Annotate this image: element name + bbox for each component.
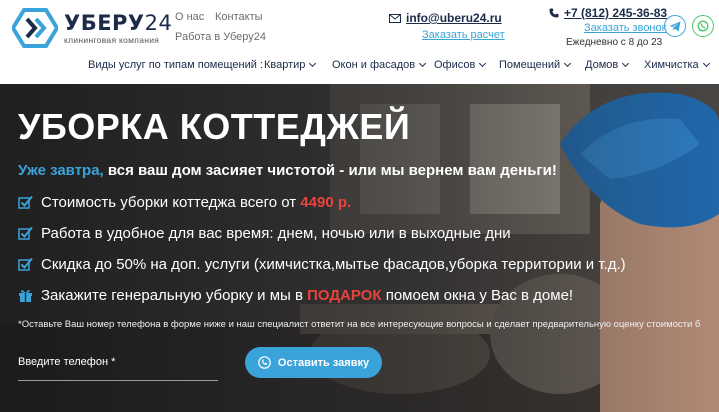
hero-section: УБОРКА КОТТЕДЖЕЙ Уже завтра, вся ваш дом… bbox=[0, 84, 719, 412]
telegram-icon bbox=[669, 21, 681, 31]
feature-discount: Скидка до 50% на доп. услуги (химчистка,… bbox=[18, 256, 626, 273]
logo-tagline: клининговая компания bbox=[64, 34, 160, 45]
link-contacts[interactable]: Контакты bbox=[215, 11, 263, 23]
chevron-down-icon bbox=[419, 59, 427, 68]
whatsapp-icon bbox=[697, 20, 709, 32]
envelope-icon bbox=[389, 13, 401, 23]
nav-item-apartments[interactable]: Квартир bbox=[264, 59, 317, 71]
callback-link[interactable]: Заказать звонок bbox=[584, 22, 666, 34]
gift-icon bbox=[19, 290, 32, 302]
logo[interactable]: УБЕРУ24 клининговая компания bbox=[12, 8, 172, 48]
hero-subtitle: Уже завтра, вся ваш дом засияет чистотой… bbox=[18, 162, 557, 179]
nav-item-drycleaning[interactable]: Химчистка bbox=[644, 59, 710, 71]
feature-schedule: Работа в удобное для вас время: днем, но… bbox=[18, 225, 511, 242]
checkbox-icon bbox=[18, 195, 33, 209]
logo-wordmark: УБЕРУ24 bbox=[64, 10, 173, 35]
working-hours: Ежедневно с 8 до 23 bbox=[566, 37, 663, 48]
nav-item-offices[interactable]: Офисов bbox=[434, 59, 487, 71]
phone-input[interactable] bbox=[18, 380, 218, 381]
whatsapp-button[interactable] bbox=[692, 15, 714, 37]
phone-circle-icon bbox=[258, 356, 271, 369]
chevron-down-icon bbox=[564, 59, 572, 68]
phone-link[interactable]: +7 (812) 245-36-83 bbox=[549, 6, 667, 20]
phone-icon bbox=[549, 8, 559, 18]
feature-gift: Закажите генеральную уборку и мы в ПОДАР… bbox=[18, 287, 573, 304]
chevron-down-icon bbox=[702, 59, 710, 68]
logo-icon bbox=[12, 8, 58, 48]
chevron-down-icon bbox=[479, 59, 487, 68]
chevron-down-icon bbox=[309, 59, 317, 68]
link-jobs[interactable]: Работа в Уберу24 bbox=[175, 31, 266, 43]
site-header: УБЕРУ24 клининговая компания О нас Конта… bbox=[0, 0, 719, 84]
telegram-button[interactable] bbox=[664, 15, 686, 37]
page-title: УБОРКА КОТТЕДЖЕЙ bbox=[18, 106, 411, 147]
submit-request-button[interactable]: Оставить заявку bbox=[245, 347, 382, 378]
link-about[interactable]: О нас bbox=[175, 11, 204, 23]
feature-price: Стоимость уборки коттеджа всего от 4490 … bbox=[18, 194, 351, 211]
phone-field-label[interactable]: Введите телефон * bbox=[18, 356, 115, 368]
nav-item-premises[interactable]: Помещений bbox=[499, 59, 572, 71]
checkbox-icon bbox=[18, 257, 33, 271]
form-note: *Оставьте Ваш номер телефона в форме ниж… bbox=[18, 319, 701, 330]
nav-label: Виды услуг по типам помещений : bbox=[88, 59, 264, 71]
chevron-down-icon bbox=[622, 59, 630, 68]
nav-item-windows[interactable]: Окон и фасадов bbox=[332, 59, 427, 71]
email-link[interactable]: info@uberu24.ru bbox=[389, 11, 502, 25]
services-nav: Виды услуг по типам помещений : Квартир … bbox=[0, 59, 719, 75]
order-calc-link[interactable]: Заказать расчет bbox=[422, 29, 505, 41]
nav-item-houses[interactable]: Домов bbox=[585, 59, 630, 71]
checkbox-icon bbox=[18, 226, 33, 240]
